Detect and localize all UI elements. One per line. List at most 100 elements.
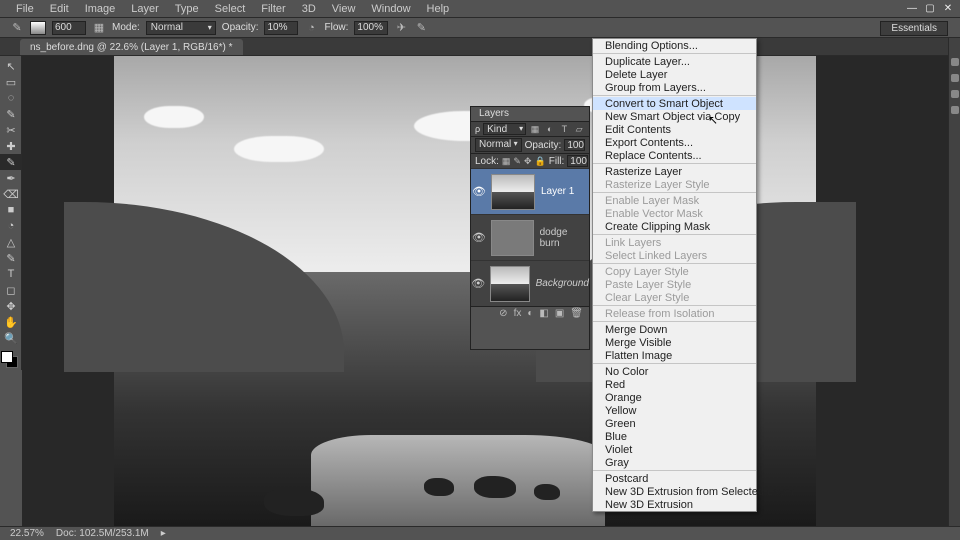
layers-footer-icon[interactable]: ◧ bbox=[539, 308, 548, 319]
layers-footer-icon[interactable]: ◐ bbox=[527, 308, 533, 319]
layer-context-menu[interactable]: Blending Options... Duplicate Layer...Del… bbox=[592, 38, 757, 512]
pressure-opacity-icon[interactable]: ◔ bbox=[304, 21, 318, 35]
layer-fill-field[interactable]: 100 bbox=[567, 155, 588, 167]
menu-layer[interactable]: Layer bbox=[123, 1, 167, 17]
filter-shape-icon[interactable]: ▱ bbox=[573, 123, 585, 135]
layer-name[interactable]: Background bbox=[536, 278, 589, 289]
menu-window[interactable]: Window bbox=[363, 1, 418, 17]
menu-view[interactable]: View bbox=[324, 1, 364, 17]
menu-item[interactable]: Red bbox=[593, 378, 756, 391]
menu-item[interactable]: Green bbox=[593, 417, 756, 430]
menu-item[interactable]: Gray bbox=[593, 456, 756, 469]
menu-type[interactable]: Type bbox=[167, 1, 207, 17]
menu-image[interactable]: Image bbox=[77, 1, 124, 17]
layer-row[interactable]: 👁Layer 1 bbox=[471, 168, 589, 214]
right-collapsed-panels[interactable] bbox=[948, 38, 960, 528]
tool-2[interactable]: ◌ bbox=[0, 90, 22, 106]
layer-name[interactable]: dodge burn bbox=[540, 227, 589, 249]
menu-select[interactable]: Select bbox=[207, 1, 254, 17]
menu-3d[interactable]: 3D bbox=[294, 1, 324, 17]
menu-item[interactable]: Export Contents... bbox=[593, 136, 756, 149]
filter-adjust-icon[interactable]: ◐ bbox=[544, 123, 556, 135]
filter-pixel-icon[interactable]: ▦ bbox=[529, 123, 541, 135]
layer-row[interactable]: 👁 Background bbox=[471, 260, 589, 306]
tool-0[interactable]: ↖ bbox=[0, 58, 22, 74]
menu-edit[interactable]: Edit bbox=[42, 1, 77, 17]
tool-13[interactable]: T bbox=[0, 266, 22, 282]
layer-thumbnail[interactable] bbox=[491, 174, 535, 210]
layers-footer-icon[interactable]: ⊘ bbox=[499, 308, 507, 319]
menu-item[interactable]: Blue bbox=[593, 430, 756, 443]
tool-7[interactable]: ✒ bbox=[0, 170, 22, 186]
tool-3[interactable]: ✎ bbox=[0, 106, 22, 122]
lock-all-icon[interactable]: 🔒 bbox=[535, 155, 546, 167]
menu-item[interactable]: Merge Down bbox=[593, 323, 756, 336]
tool-16[interactable]: ✋ bbox=[0, 314, 22, 330]
tool-15[interactable]: ✥ bbox=[0, 298, 22, 314]
menu-item[interactable]: Flatten Image bbox=[593, 349, 756, 362]
layers-footer-icon[interactable]: ▣ bbox=[555, 308, 564, 319]
tool-5[interactable]: ✚ bbox=[0, 138, 22, 154]
menu-item[interactable]: Convert to Smart Object bbox=[593, 97, 756, 110]
brush-preset-thumb[interactable] bbox=[30, 21, 46, 35]
layers-filter-select[interactable]: Kind bbox=[483, 123, 526, 135]
menu-item[interactable]: New 3D Extrusion from Selected Layer bbox=[593, 485, 756, 498]
flow-field[interactable]: 100% bbox=[354, 21, 388, 35]
menu-item[interactable]: Replace Contents... bbox=[593, 149, 756, 162]
workspace-switcher[interactable]: Essentials bbox=[880, 21, 948, 36]
color-swatches[interactable] bbox=[0, 350, 20, 370]
layers-footer-icon[interactable]: 🗑 bbox=[570, 308, 583, 319]
restore-button[interactable]: ▢ bbox=[922, 2, 938, 14]
layers-footer-icon[interactable]: fx bbox=[514, 308, 522, 319]
menu-item[interactable]: New 3D Extrusion bbox=[593, 498, 756, 511]
tool-8[interactable]: ⌫ bbox=[0, 186, 22, 202]
menu-item[interactable]: Delete Layer bbox=[593, 68, 756, 81]
opacity-field[interactable]: 10% bbox=[264, 21, 298, 35]
menu-item[interactable]: Merge Visible bbox=[593, 336, 756, 349]
pressure-size-icon[interactable]: ✎ bbox=[414, 21, 428, 35]
layer-blend-select[interactable]: Normal bbox=[475, 138, 522, 152]
visibility-eye-icon[interactable]: 👁 bbox=[471, 185, 487, 198]
lock-position-icon[interactable]: ✥ bbox=[524, 155, 532, 167]
tool-12[interactable]: ✎ bbox=[0, 250, 22, 266]
airbrush-icon[interactable]: ✈ bbox=[394, 21, 408, 35]
menu-file[interactable]: File bbox=[8, 1, 42, 17]
filter-type-icon[interactable]: T bbox=[559, 123, 571, 135]
menu-help[interactable]: Help bbox=[419, 1, 458, 17]
lock-pixels-icon[interactable]: ✎ bbox=[513, 155, 521, 167]
document-tab[interactable]: ns_before.dng @ 22.6% (Layer 1, RGB/16*)… bbox=[20, 39, 243, 55]
menu-item[interactable]: Duplicate Layer... bbox=[593, 55, 756, 68]
lock-transparent-icon[interactable]: ▦ bbox=[502, 155, 511, 167]
menu-item[interactable]: Create Clipping Mask bbox=[593, 220, 756, 233]
tool-6[interactable]: ✎ bbox=[0, 154, 22, 170]
layer-thumbnail[interactable] bbox=[491, 220, 534, 256]
tool-10[interactable]: ◔ bbox=[0, 218, 22, 234]
layer-opacity-field[interactable]: 100 bbox=[564, 139, 585, 151]
menu-item[interactable]: Blending Options... bbox=[593, 39, 756, 52]
visibility-eye-icon[interactable]: 👁 bbox=[471, 277, 486, 290]
menu-item[interactable]: Group from Layers... bbox=[593, 81, 756, 94]
brush-size-field[interactable]: 600 bbox=[52, 21, 86, 35]
tool-17[interactable]: 🔍 bbox=[0, 330, 22, 346]
layers-panel[interactable]: Layers ρ Kind ▦ ◐ T ▱ Normal Opacity: 10… bbox=[470, 106, 590, 350]
menu-item[interactable]: Rasterize Layer bbox=[593, 165, 756, 178]
zoom-level[interactable]: 22.57% bbox=[10, 528, 44, 539]
menu-item[interactable]: Yellow bbox=[593, 404, 756, 417]
tool-1[interactable]: ▭ bbox=[0, 74, 22, 90]
menu-item[interactable]: Postcard bbox=[593, 472, 756, 485]
tool-4[interactable]: ✂ bbox=[0, 122, 22, 138]
minimize-button[interactable]: — bbox=[904, 2, 920, 14]
layer-thumbnail[interactable] bbox=[490, 266, 530, 302]
visibility-eye-icon[interactable]: 👁 bbox=[471, 231, 487, 244]
layer-row[interactable]: 👁 dodge burn bbox=[471, 214, 589, 260]
menu-item[interactable]: Violet bbox=[593, 443, 756, 456]
menu-item[interactable]: No Color bbox=[593, 365, 756, 378]
menu-item[interactable]: Edit Contents bbox=[593, 123, 756, 136]
blend-mode-select[interactable]: Normal bbox=[146, 21, 216, 35]
layers-panel-tab[interactable]: Layers bbox=[471, 107, 589, 121]
close-button[interactable]: ✕ bbox=[940, 2, 956, 14]
tool-9[interactable]: ■ bbox=[0, 202, 22, 218]
menu-filter[interactable]: Filter bbox=[253, 1, 293, 17]
tool-11[interactable]: △ bbox=[0, 234, 22, 250]
tool-14[interactable]: ◻ bbox=[0, 282, 22, 298]
